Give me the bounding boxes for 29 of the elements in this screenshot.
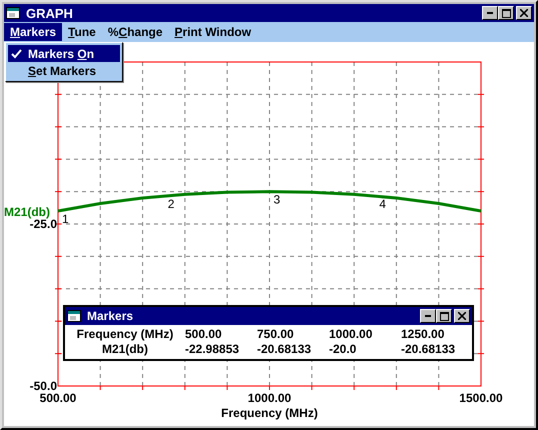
marker-label: 2 — [168, 197, 174, 212]
menu-item[interactable]: %Change — [102, 23, 169, 41]
row-header: Frequency (MHz) — [76, 327, 174, 341]
menu-item[interactable]: Tune — [62, 23, 102, 41]
menu-item[interactable]: Markers — [4, 23, 62, 41]
y-tick-label: -50.0 — [30, 379, 57, 393]
table-cell-text: 1250.00 — [400, 327, 446, 341]
x-tick-label: 500.00 — [40, 391, 76, 405]
table-cell-text: -22.98853 — [184, 342, 240, 356]
marker-label: 1 — [62, 212, 69, 226]
table-cell-text: -20.68133 — [400, 342, 456, 356]
table-cell-text: 500.00 — [184, 327, 223, 341]
menu-item[interactable]: Print Window — [168, 23, 258, 41]
x-axis-label: Frequency (MHz) — [221, 406, 318, 420]
table-cell-text: -20.68133 — [256, 342, 312, 356]
marker-label: 3 — [274, 192, 280, 207]
menu-option[interactable]: Set Markers — [8, 62, 120, 79]
window-title: Markers — [87, 309, 134, 323]
y-axis-label: M21(db) — [4, 205, 50, 219]
table-cell-text: 750.00 — [256, 327, 295, 341]
x-tick-label: 1500.00 — [459, 391, 503, 405]
table-cell-text: -20.0 — [328, 342, 358, 356]
window-title: GRAPH — [26, 6, 74, 20]
table-cell-text: 1000.00 — [328, 327, 374, 341]
menu-option[interactable]: Markers On — [8, 45, 120, 62]
x-tick-label: 1000.00 — [248, 391, 292, 405]
marker-label: 4 — [379, 197, 386, 212]
y-tick-label: -25.0 — [30, 217, 57, 231]
row-header: M21(db) — [101, 342, 149, 356]
